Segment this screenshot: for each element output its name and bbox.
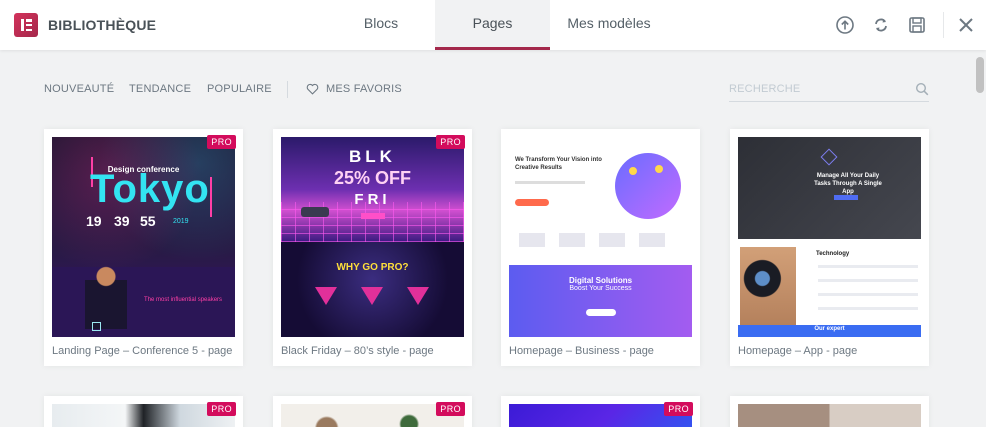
thumb-year: 2019 [173,218,189,225]
section-title: Technology [816,251,850,257]
library-header: BIBLIOTHÈQUE Blocs Pages Mes modèles [0,0,986,50]
search-icon[interactable] [915,82,929,96]
template-thumbnail[interactable]: We Transform Your Vision into Creative R… [509,137,692,337]
thumb-button [834,195,858,200]
template-card[interactable]: We Transform Your Vision into Creative R… [501,129,700,366]
band-subtitle: Boost Your Success [569,285,632,292]
filter-divider [287,81,288,98]
pro-badge: PRO [436,135,465,149]
retro-car [301,207,329,217]
template-card[interactable]: BLK 25% OFF FRI WHY GO PRO? PRO Black Fr… [273,129,472,366]
scrollbar-track[interactable] [972,50,986,427]
tab-pages[interactable]: Pages [435,0,550,50]
thumb-line-1: BLK [349,147,396,166]
scrollbar-thumb[interactable] [976,57,984,93]
text-line [515,181,585,184]
pro-badge: PRO [207,402,236,416]
thumb-line-2: 25% OFF [333,168,412,188]
upload-icon[interactable] [835,15,855,35]
template-title: Landing Page – Conference 5 - page [52,345,233,357]
template-card[interactable]: PRO [273,396,472,427]
thumb-caption: The most influential speakers [144,297,223,303]
thumb-time-3: 55 [140,213,156,229]
save-icon[interactable] [907,15,927,35]
search-field[interactable]: RECHERCHE [729,80,929,102]
filter-nouveaute[interactable]: NOUVEAUTÉ [44,83,114,95]
thumb-headline: Manage All Your Daily Tasks Through A Si… [814,173,882,195]
template-thumbnail[interactable]: Design conference Tokyo 19 39 55 2019 Th… [52,137,235,337]
template-card[interactable]: PRO [44,396,243,427]
pro-badge: PRO [664,402,693,416]
bulb-illustration [629,167,637,175]
template-card[interactable]: Manage All Your Daily Tasks Through A Si… [730,129,929,366]
thumb-button [515,199,549,206]
filter-populaire[interactable]: POPULAIRE [207,83,272,95]
thumb-headline: We Transform Your Vision into Creative R… [515,157,602,171]
close-icon[interactable] [956,15,976,35]
band-title: Digital Solutions [568,276,633,285]
feature-row [519,233,679,247]
library-title: BIBLIOTHÈQUE [48,17,157,33]
template-title: Homepage – Business - page [509,345,654,357]
band-button [586,309,616,316]
template-card[interactable]: Design conference Tokyo 19 39 55 2019 Th… [44,129,243,366]
heart-icon[interactable] [306,83,319,95]
elementor-logo-icon [14,13,38,37]
template-thumbnail[interactable] [738,404,921,427]
footer-title: Our expert [814,326,845,332]
hero-illustration [615,153,681,219]
pro-badge: PRO [207,135,236,149]
pro-badge: PRO [436,402,465,416]
template-title: Black Friday – 80’s style - page [281,345,434,357]
thumb-time-2: 39 [114,213,130,229]
filter-mes-favoris[interactable]: MES FAVORIS [326,83,402,95]
shop-button [361,213,385,219]
tab-blocs[interactable]: Blocs [327,0,435,50]
deco-square [92,322,101,331]
thumb-line-3: FRI [354,191,391,208]
tab-mes-modeles[interactable]: Mes modèles [550,0,668,50]
feature-list [818,265,918,315]
thumb-time-1: 19 [86,213,102,229]
thumb-big-title: Tokyo [90,167,210,211]
template-thumbnail[interactable]: Manage All Your Daily Tasks Through A Si… [738,137,921,337]
header-divider [943,12,944,38]
template-thumbnail[interactable]: BLK 25% OFF FRI WHY GO PRO? [281,137,464,337]
template-card[interactable] [730,396,929,427]
neon-stripe [210,177,212,217]
thumb-cta: WHY GO PRO? [336,262,409,273]
search-input[interactable]: RECHERCHE [729,83,800,95]
speaker-photo [85,259,127,329]
bulb-illustration [655,165,663,173]
template-card[interactable]: PRO [501,396,700,427]
template-title: Homepage – App - page [738,345,858,357]
sync-icon[interactable] [871,15,891,35]
filter-tendance[interactable]: TENDANCE [129,83,191,95]
phone-hand-photo [740,247,796,337]
